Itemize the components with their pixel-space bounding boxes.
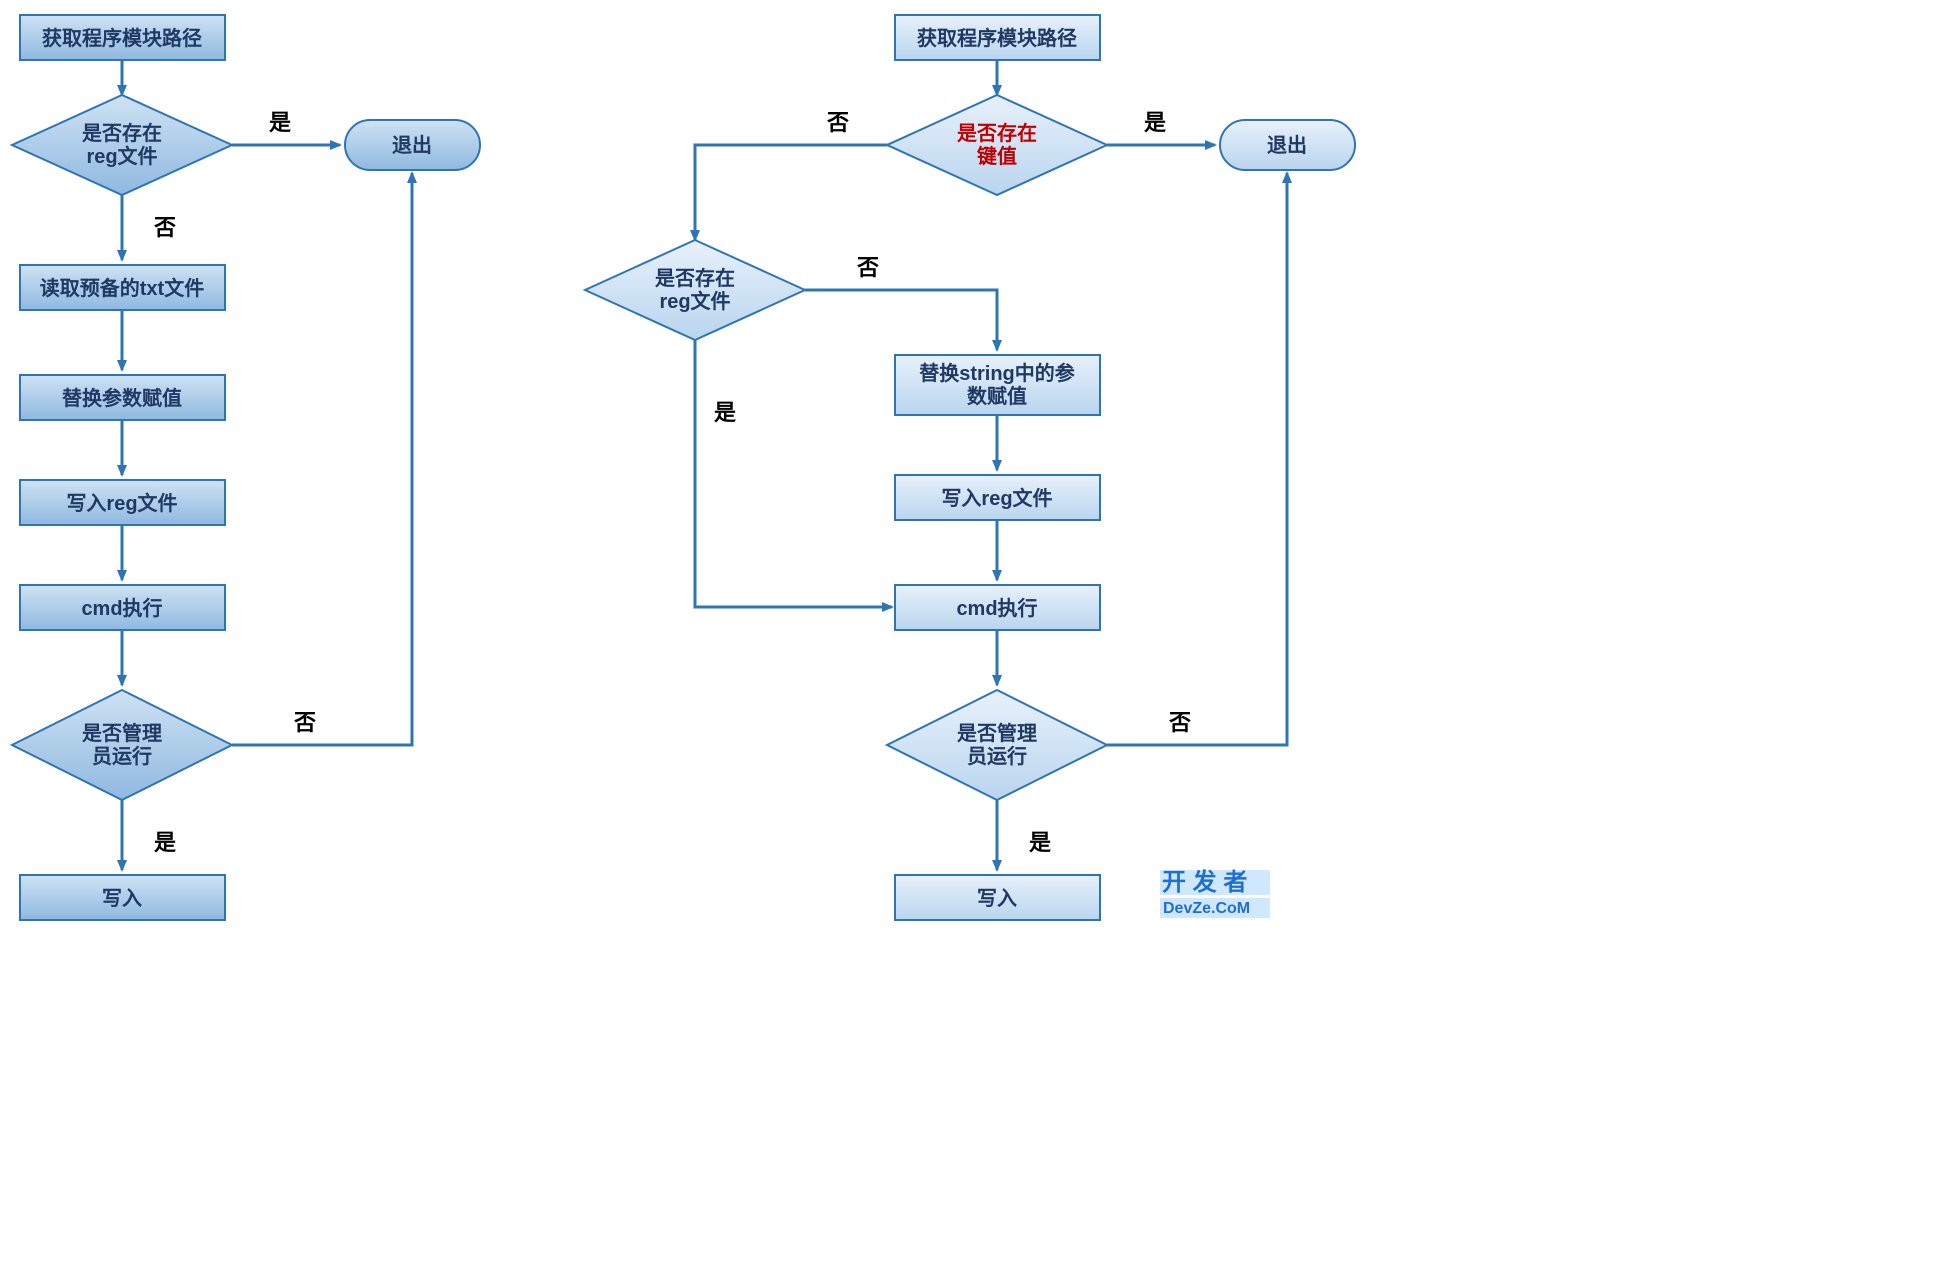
edge-no: 否: [153, 215, 176, 240]
node-exit-left-label: 退出: [392, 134, 432, 157]
edge-yes: 是: [714, 400, 736, 425]
edge-no: 否: [826, 110, 849, 135]
edge-yes: 是: [269, 110, 291, 135]
node-decision-regfile-right: [585, 240, 805, 340]
node-decision-admin-left: [12, 690, 232, 800]
arrow: [232, 173, 412, 745]
watermark: 开 发 者 DevZe.CoM: [1160, 868, 1270, 918]
node-decision-admin-right: [887, 690, 1107, 800]
watermark-line2: DevZe.CoM: [1163, 900, 1250, 917]
node-replace-string-l2: 数赋值: [967, 384, 1027, 408]
node-start-right-label: 获取程序模块路径: [917, 26, 1077, 50]
node-write-reg-left-label: 写入reg文件: [66, 491, 177, 515]
edge-no: 否: [293, 710, 316, 735]
dreg-label1: 是否存在: [654, 266, 735, 290]
arrow: [805, 290, 997, 350]
edge-yes: 是: [154, 830, 176, 855]
flowchart-right: 获取程序模块路径 是否存在 键值 是 退出 否 是否存在 reg文件 否 替换s…: [585, 15, 1355, 920]
dadmin-label1: 是否管理: [956, 721, 1037, 745]
edge-yes: 是: [1144, 110, 1166, 135]
watermark-line1: 开 发 者: [1162, 868, 1247, 896]
node-decision-key: [887, 95, 1107, 195]
node-cmd-exec-left-label: cmd执行: [81, 596, 162, 620]
node-write-left-label: 写入: [102, 887, 142, 910]
node-write-right-label: 写入: [977, 887, 1017, 910]
node-cmd-exec-right-label: cmd执行: [956, 596, 1037, 620]
d2-label2: 员运行: [92, 744, 152, 768]
dadmin-label2: 员运行: [967, 744, 1027, 768]
node-exit-right-label: 退出: [1267, 134, 1307, 157]
d1-label1: 是否存在: [81, 121, 162, 145]
dkey-label1: 是否存在: [956, 121, 1037, 145]
dreg-label2: reg文件: [659, 289, 730, 313]
node-read-txt-label: 读取预备的txt文件: [40, 276, 204, 300]
arrow: [695, 145, 887, 240]
node-decision-regfile-left: [12, 95, 232, 195]
flowchart-left: 获取程序模块路径 是否存在 reg文件 是 退出 否 读取预备的txt文件 替换…: [12, 15, 480, 920]
node-write-reg-right-label: 写入reg文件: [941, 486, 1052, 510]
edge-no: 否: [856, 255, 879, 280]
edge-yes: 是: [1029, 830, 1051, 855]
node-replace-string-l1: 替换string中的参: [919, 361, 1075, 385]
d2-label1: 是否管理: [81, 721, 162, 745]
flowchart-canvas: 获取程序模块路径 是否存在 reg文件 是 退出 否 读取预备的txt文件 替换…: [0, 0, 1937, 1266]
node-replace-params-label: 替换参数赋值: [62, 386, 182, 410]
d1-label2: reg文件: [86, 144, 157, 168]
node-start-left-label: 获取程序模块路径: [42, 26, 202, 50]
dkey-label2: 键值: [977, 144, 1017, 168]
edge-no: 否: [1168, 710, 1191, 735]
arrow: [695, 340, 892, 607]
arrow: [1107, 173, 1287, 745]
